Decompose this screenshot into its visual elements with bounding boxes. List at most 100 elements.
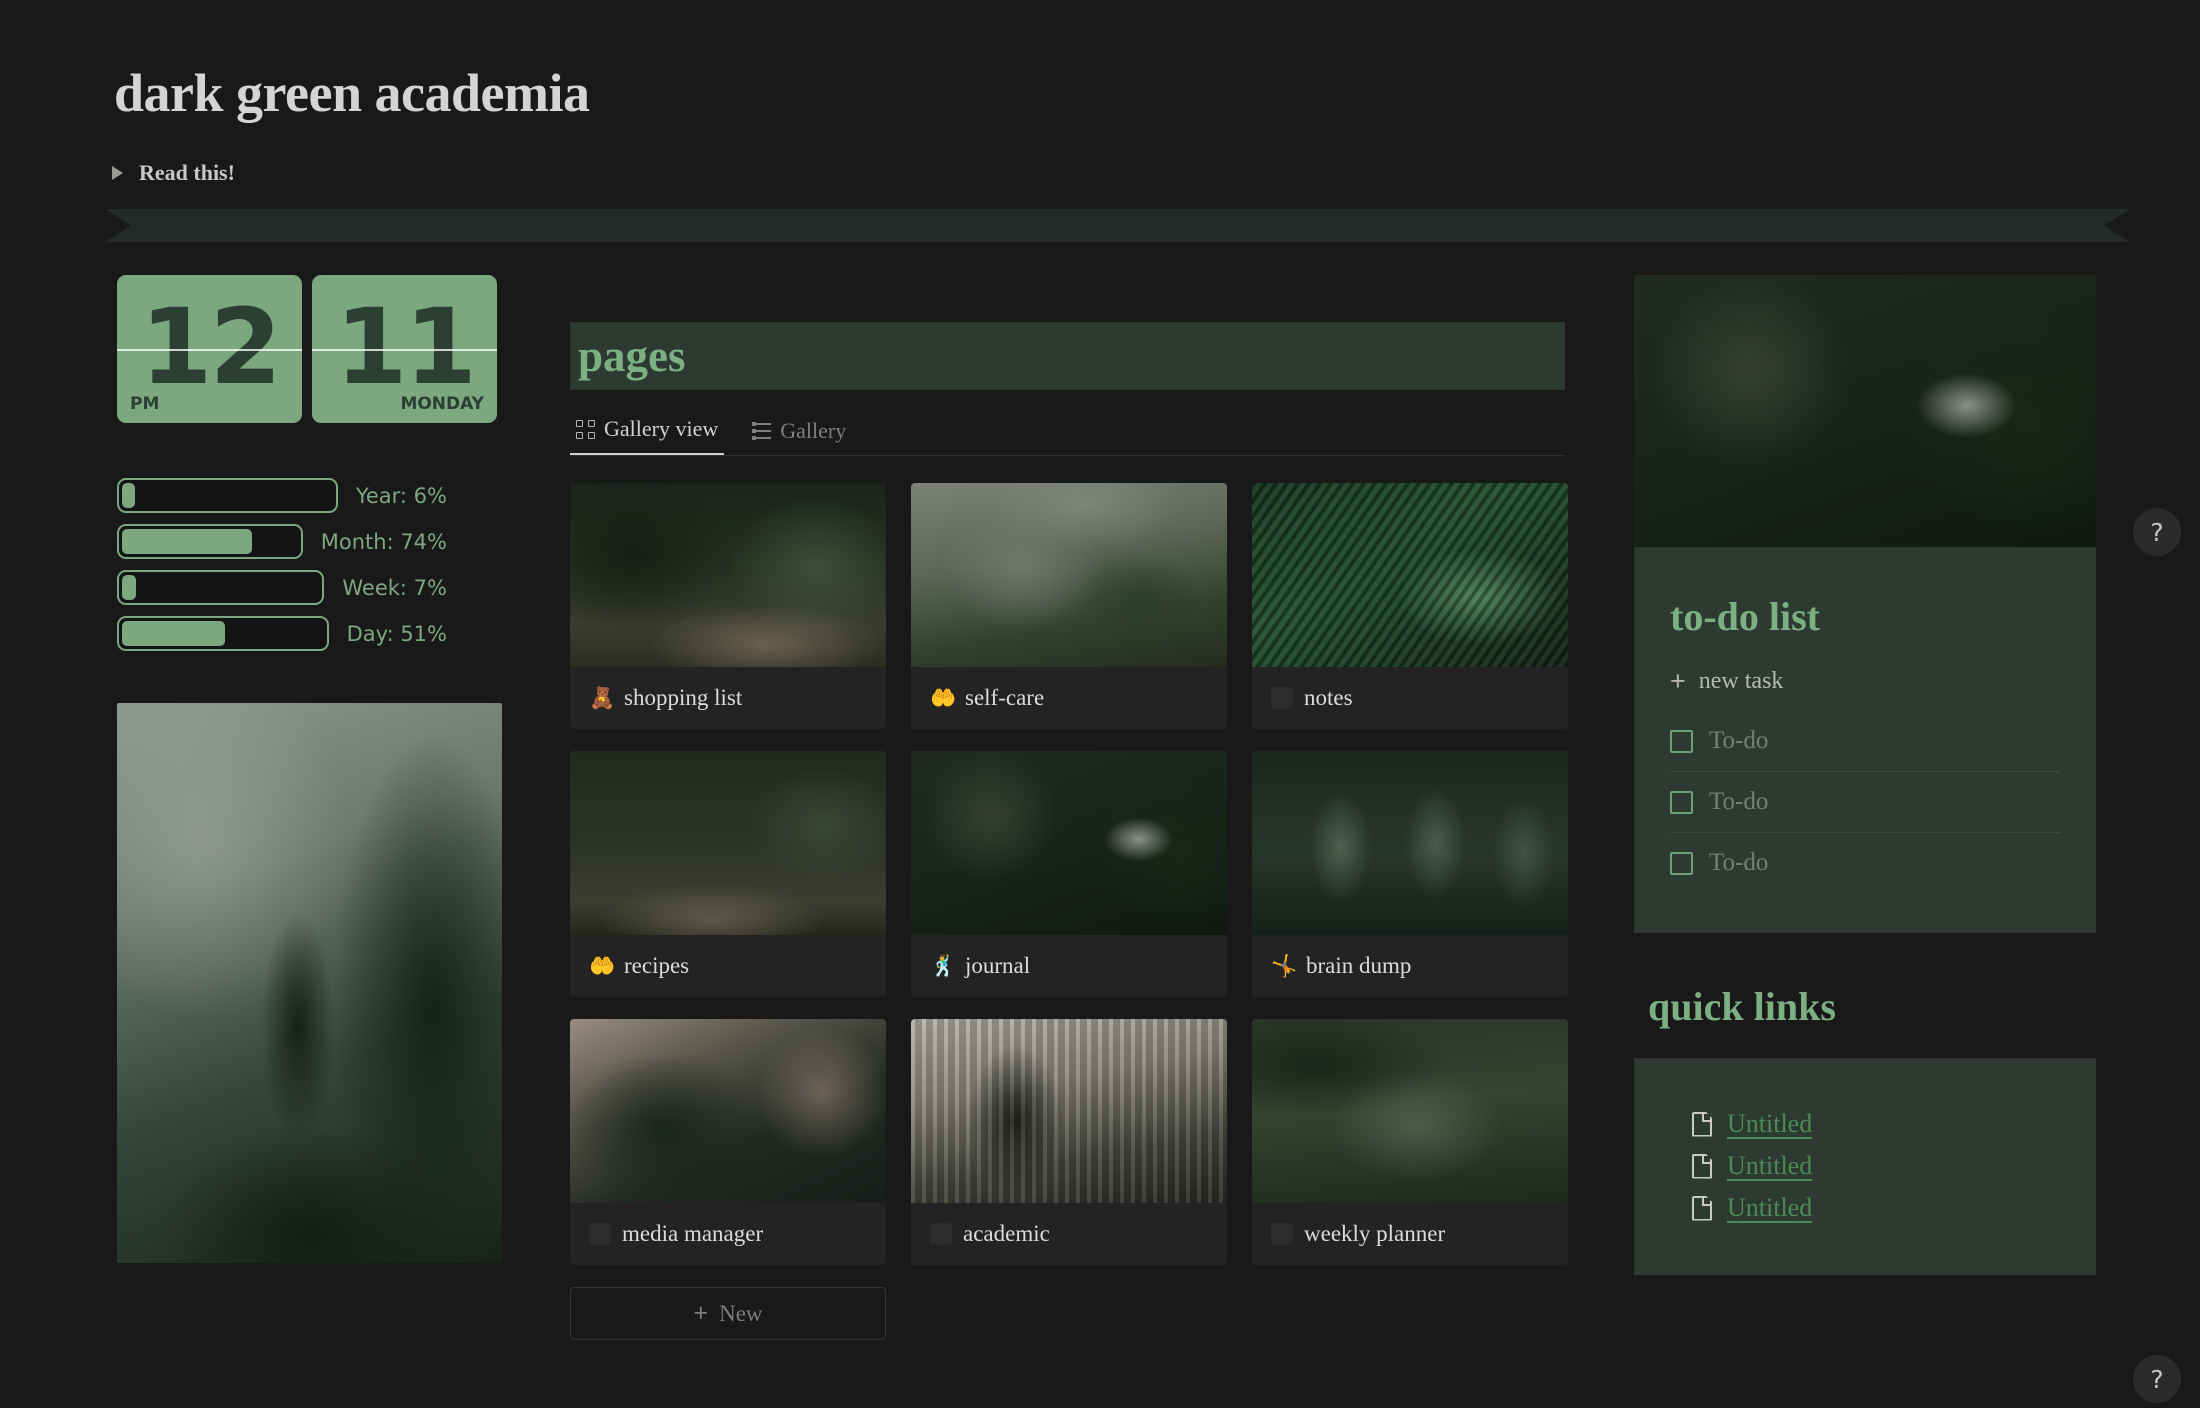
progress-track (117, 616, 329, 651)
new-page-button[interactable]: + New (570, 1287, 886, 1340)
gothic-window-photo (117, 703, 502, 1263)
help-button-bottom[interactable]: ? (2133, 1355, 2181, 1403)
new-task-button[interactable]: + new task (1670, 668, 2060, 695)
photo-surface (911, 483, 1227, 667)
todo-item[interactable]: To-do (1670, 772, 2060, 833)
card-title: journal (965, 953, 1030, 979)
card-caption: 🧸 shopping list (570, 667, 886, 729)
card-placeholder-icon (1271, 1223, 1293, 1245)
card-caption: media manager (570, 1203, 886, 1265)
tab-gallery[interactable]: Gallery (746, 418, 852, 455)
todo-panel: to-do list + new task To-doTo-doTo-do (1634, 547, 2096, 933)
plus-icon: + (693, 1301, 708, 1326)
dashboard-page: dark green academia Read this! 12 PM 11 … (0, 0, 2200, 1408)
card-title: recipes (624, 953, 689, 979)
card-caption: 🕺journal (911, 935, 1227, 997)
todo-checkbox[interactable] (1670, 852, 1693, 875)
quick-link-item[interactable]: Untitled (1692, 1193, 2096, 1223)
tab-gallery-view[interactable]: Gallery view (570, 416, 724, 455)
quick-links-title: quick links (1648, 983, 2096, 1030)
progress-fill (122, 621, 225, 646)
photo-surface (117, 703, 502, 1263)
gallery-card[interactable]: media manager (570, 1019, 886, 1265)
card-title: media manager (622, 1221, 763, 1247)
card-placeholder-icon (1271, 687, 1293, 709)
card-emoji-icon: 🤸 (1271, 956, 1295, 977)
flip-clock-widget[interactable]: 12 PM 11 MONDAY (117, 275, 502, 423)
photo-surface (911, 751, 1227, 935)
progress-track (117, 524, 303, 559)
toggle-arrow-icon[interactable] (112, 166, 123, 180)
flip-card-date[interactable]: 11 MONDAY (312, 275, 497, 423)
grid-icon (576, 420, 595, 439)
card-thumbnail (570, 1019, 886, 1203)
progress-row: Week: 7% (117, 570, 447, 605)
gallery-card[interactable]: 🧸 shopping list (570, 483, 886, 729)
progress-label: Week: 7% (342, 576, 447, 600)
card-placeholder-icon (930, 1223, 952, 1245)
quick-link-label: Untitled (1727, 1109, 1812, 1139)
pages-section: pages Gallery view Gallery 🧸 shopping list… (570, 322, 1565, 1340)
gallery-card[interactable]: 🤸 brain dump (1252, 751, 1568, 997)
quick-link-label: Untitled (1727, 1151, 1812, 1181)
help-button-top[interactable]: ? (2133, 508, 2181, 556)
card-title: weekly planner (1304, 1221, 1445, 1247)
pages-banner-title: pages (578, 334, 686, 379)
gallery-grid: 🧸 shopping list 🤲 self-care notes 🤲recipes 🕺jo… (570, 483, 1565, 1265)
card-thumbnail (1252, 1019, 1568, 1203)
card-thumbnail (911, 1019, 1227, 1203)
street-sign-photo (1634, 275, 2096, 547)
clock-weekday: MONDAY (400, 394, 484, 414)
card-thumbnail (1252, 483, 1568, 667)
flip-card-time[interactable]: 12 PM (117, 275, 302, 423)
photo-surface (1252, 483, 1568, 667)
gallery-card[interactable]: weekly planner (1252, 1019, 1568, 1265)
photo-surface (570, 751, 886, 935)
quick-links-panel: Untitled Untitled Untitled (1634, 1059, 2096, 1275)
card-title: shopping list (624, 685, 742, 711)
clock-day-number: 11 (312, 295, 497, 399)
card-title: self-care (965, 685, 1044, 711)
progress-fill (122, 483, 135, 508)
card-title: academic (963, 1221, 1050, 1247)
gallery-card[interactable]: academic (911, 1019, 1227, 1265)
quick-link-item[interactable]: Untitled (1692, 1109, 2096, 1139)
plus-icon: + (1670, 668, 1686, 695)
card-emoji-icon: 🤲 (930, 688, 954, 709)
card-caption: 🤲 self-care (911, 667, 1227, 729)
todo-item[interactable]: To-do (1670, 711, 2060, 772)
todo-item[interactable]: To-do (1670, 833, 2060, 893)
photo-surface (1634, 275, 2096, 547)
card-caption: notes (1252, 667, 1568, 729)
quick-link-label: Untitled (1727, 1193, 1812, 1223)
ribbon-body (105, 209, 2130, 242)
quick-link-item[interactable]: Untitled (1692, 1151, 2096, 1181)
gallery-card[interactable]: notes (1252, 483, 1568, 729)
progress-fill (122, 575, 136, 600)
todo-label: To-do (1709, 727, 1768, 755)
progress-label: Year: 6% (356, 484, 447, 508)
document-icon (1692, 1154, 1712, 1179)
card-title: notes (1304, 685, 1353, 711)
todo-label: To-do (1709, 788, 1768, 816)
read-this-toggle[interactable]: Read this! (112, 160, 235, 186)
toggle-label: Read this! (139, 160, 235, 186)
gallery-card[interactable]: 🤲recipes (570, 751, 886, 997)
card-emoji-icon: 🧸 (589, 688, 613, 709)
gallery-card[interactable]: 🕺journal (911, 751, 1227, 997)
left-column: 12 PM 11 MONDAY Year: 6%Month: 74%Week: … (117, 275, 502, 1263)
gallery-card[interactable]: 🤲 self-care (911, 483, 1227, 729)
card-thumbnail (570, 483, 886, 667)
view-tabs: Gallery view Gallery (570, 400, 1565, 456)
photo-surface (570, 483, 886, 667)
card-caption: weekly planner (1252, 1203, 1568, 1265)
progress-track (117, 478, 338, 513)
right-column: to-do list + new task To-doTo-doTo-do qu… (1634, 275, 2096, 1275)
todo-checkbox[interactable] (1670, 730, 1693, 753)
flip-card-hairline (117, 349, 302, 351)
progress-bars: Year: 6%Month: 74%Week: 7%Day: 51% (117, 478, 447, 651)
card-thumbnail (911, 751, 1227, 935)
todo-checkbox[interactable] (1670, 791, 1693, 814)
card-caption: 🤲recipes (570, 935, 886, 997)
card-title: brain dump (1306, 953, 1411, 979)
